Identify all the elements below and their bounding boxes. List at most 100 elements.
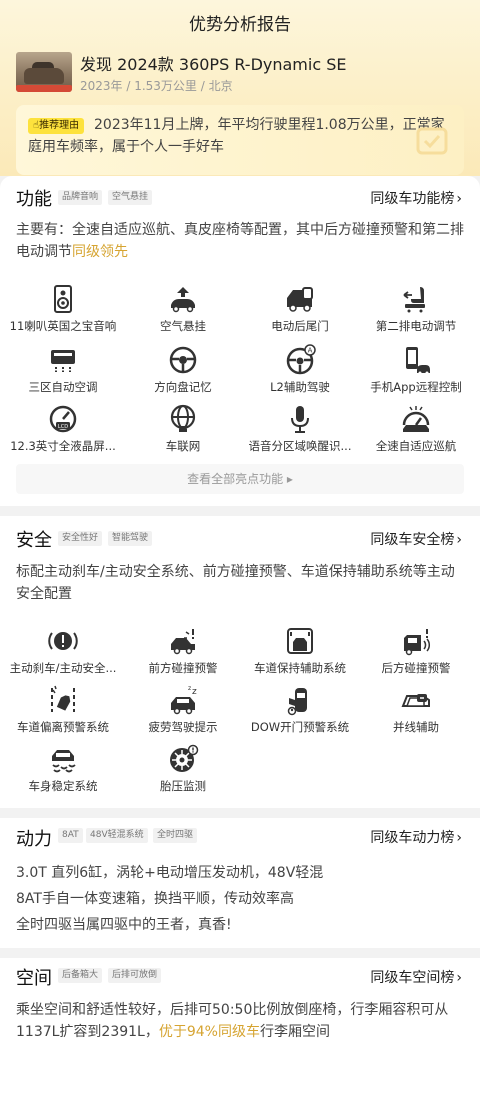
feature-label: 语音分区域唤醒识...	[248, 439, 352, 453]
chevron-right-icon: ›	[456, 970, 462, 986]
space-desc-highlight: 优于94%同级车	[158, 1024, 260, 1040]
connected-car-icon	[170, 404, 196, 432]
safety-section: 安全 安全性好 智能驾驶 同级车安全榜 › 标配主动刹车/主动安全系统、前方碰撞预…	[0, 516, 480, 808]
feature-label: 11喇叭英国之宝音响	[9, 319, 117, 333]
chevron-right-icon: ›	[456, 830, 462, 846]
feature-label: 并线辅助	[393, 720, 439, 734]
feature-item[interactable]: A L2辅助驾驶	[240, 344, 360, 395]
feature-item[interactable]: 车道保持辅助系统	[240, 625, 360, 676]
safety-tag-good: 安全性好	[58, 531, 103, 546]
feature-item[interactable]: zz 疲劳驾驶提示	[123, 684, 243, 735]
view-all-features-button[interactable]: 查看全部亮点功能 ▸	[16, 464, 464, 494]
cruise-control-icon	[402, 406, 430, 432]
safety-tag-smart-drive: 智能驾驶	[108, 531, 153, 546]
function-desc: 主要有：全速自适应巡航、真皮座椅等配置，其中后方碰撞预警和第二排电动调节同级领先	[16, 219, 466, 263]
recommend-reason-label: 推荐理由	[39, 120, 80, 131]
feature-item[interactable]: DOW开门预警系统	[240, 684, 360, 735]
feature-item[interactable]: 11喇叭英国之宝音响	[3, 283, 123, 334]
page: 优势分析报告 发现 2024款 360PS R-Dynamic SE 2023年…	[0, 0, 480, 1097]
feature-item[interactable]: 前方碰撞预警	[123, 625, 243, 676]
climate-control-icon	[51, 350, 75, 372]
lane-merge-icon	[401, 694, 430, 707]
safety-title: 安全	[16, 530, 52, 551]
air-suspension-icon	[171, 287, 195, 313]
power-line-engine: 3.0T 直列6缸，涡轮+电动增压发动机，48V轻混	[16, 865, 324, 881]
feature-item[interactable]: 车身稳定系统	[3, 743, 123, 794]
recommend-reason-text: 2023年11月上牌，年平均行驶里程1.08万公里，正常家庭用车频率，属于个人一…	[28, 117, 445, 155]
feature-item[interactable]: 空气悬挂	[123, 283, 243, 334]
driver-assist-icon: A	[286, 344, 316, 375]
feature-item[interactable]: 手机App远程控制	[356, 344, 476, 395]
microphone-icon	[291, 406, 309, 433]
feature-item[interactable]: LCD 12.3英寸全液晶屏...	[3, 403, 123, 454]
feature-label: 方向盘记忆	[154, 380, 212, 394]
svg-text:z: z	[192, 687, 197, 697]
feature-item[interactable]: 胎压监测	[123, 743, 243, 794]
car-meta: 2023年 / 1.53万公里 / 北京	[80, 79, 233, 93]
feature-item[interactable]: 全速自适应巡航	[356, 403, 476, 454]
feature-item[interactable]: 主动刹车/主动安全...	[3, 625, 123, 676]
page-title: 优势分析报告	[189, 15, 291, 35]
svg-text:z: z	[188, 685, 191, 692]
report-header: 优势分析报告 发现 2024款 360PS R-Dynamic SE 2023年…	[0, 0, 480, 176]
feature-label: 车道保持辅助系统	[254, 661, 346, 675]
power-section: 动力 8AT 48V轻混系统 全时四驱 同级车动力榜 › 3.0T 直列6缸，涡轮…	[0, 818, 480, 948]
feature-item[interactable]: 第二排电动调节	[356, 283, 476, 334]
feature-item[interactable]: 语音分区域唤醒识...	[240, 403, 360, 454]
feature-label: 手机App远程控制	[370, 380, 462, 394]
svg-text:A: A	[308, 347, 313, 355]
recommend-reason-card: 2023年11月上牌，年平均行驶里程1.08万公里，正常家庭用车频率，属于个人一…	[16, 105, 464, 175]
speaker-icon	[54, 285, 72, 313]
power-tag-mild-hybrid: 48V轻混系统	[86, 828, 148, 843]
power-rank-link[interactable]: 同级车动力榜 ›	[370, 827, 462, 847]
fatigue-icon: zz	[171, 685, 197, 715]
power-rank-label: 同级车动力榜	[370, 830, 455, 846]
recommend-reason-badge: ☝推荐理由	[28, 118, 85, 134]
power-line-awd: 全时四驱当属四驱中的王者，真香!	[16, 917, 232, 933]
feature-label: 前方碰撞预警	[148, 661, 218, 675]
lane-keep-icon	[287, 628, 313, 654]
feature-label: 全速自适应巡航	[375, 439, 457, 453]
power-tag-awd: 全时四驱	[153, 828, 198, 843]
feature-label: 车联网	[165, 439, 201, 453]
space-rank-link[interactable]: 同级车空间榜 ›	[370, 967, 462, 987]
feature-label: 空气悬挂	[160, 319, 206, 333]
feature-label: 12.3英寸全液晶屏...	[10, 439, 116, 453]
rear-collision-icon	[404, 629, 431, 656]
feature-item[interactable]: 并线辅助	[356, 684, 476, 735]
feature-label: 车身稳定系统	[28, 779, 98, 793]
brake-warning-icon	[48, 632, 78, 650]
feature-label: 电动后尾门	[271, 319, 329, 333]
feature-label: 疲劳驾驶提示	[148, 720, 218, 734]
power-seat-icon	[403, 287, 425, 313]
function-tag-suspension: 空气悬挂	[108, 190, 153, 205]
feature-label: 胎压监测	[160, 779, 206, 793]
feature-item[interactable]: 后方碰撞预警	[356, 625, 476, 676]
check-watermark-icon	[416, 127, 448, 155]
function-title: 功能	[16, 189, 52, 210]
space-tag-fold-seats: 后排可放倒	[108, 968, 162, 983]
steering-wheel-icon	[169, 346, 197, 374]
space-rank-label: 同级车空间榜	[370, 970, 455, 986]
safety-rank-link[interactable]: 同级车安全榜 ›	[370, 529, 462, 549]
chevron-right-icon: ›	[456, 532, 462, 548]
safety-rank-label: 同级车安全榜	[370, 532, 455, 548]
door-open-warning-icon	[287, 688, 307, 716]
function-rank-link[interactable]: 同级车功能榜 ›	[370, 188, 462, 208]
feature-label: L2辅助驾驶	[270, 380, 330, 394]
feature-item[interactable]: 电动后尾门	[240, 283, 360, 334]
feature-label: 车道偏离预警系统	[17, 720, 109, 734]
space-tag-trunk: 后备箱大	[58, 968, 103, 983]
lcd-gauge-icon: LCD	[49, 405, 77, 433]
car-thumbnail[interactable]	[16, 52, 72, 92]
feature-label: 三区自动空调	[28, 380, 98, 394]
feature-item[interactable]: 方向盘记忆	[123, 344, 243, 395]
stability-icon	[52, 750, 76, 773]
tire-pressure-icon	[170, 744, 199, 772]
space-desc-suffix: 行李厢空间	[259, 1024, 330, 1040]
function-section: 功能 品牌音响 空气悬挂 同级车功能榜 › 主要有：全速自适应巡航、真皮座椅等配置…	[0, 176, 480, 506]
feature-item[interactable]: 三区自动空调	[3, 344, 123, 395]
feature-item[interactable]: 车道偏离预警系统	[3, 684, 123, 735]
feature-item[interactable]: 车联网	[123, 403, 243, 454]
power-title: 动力	[16, 829, 52, 850]
